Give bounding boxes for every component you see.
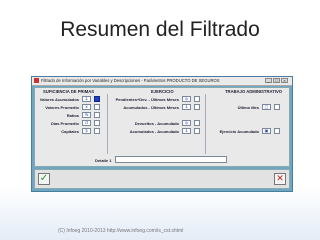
section-title-ejercicio: EJERCICIO: [151, 89, 174, 94]
acumulados-ultimos-meses-checkbox[interactable]: [194, 104, 200, 110]
detalle-input[interactable]: [115, 156, 227, 163]
window-title: Filtrado de Información por Variables y …: [41, 78, 220, 83]
label-ratios: Ratios: [66, 113, 79, 118]
percent-icon-button[interactable]: %: [82, 112, 91, 118]
section-divider: [205, 94, 206, 154]
valores-acumulados-checkbox[interactable]: [94, 96, 100, 102]
section-title-suficiencia: SUFICIENCIA DE PRIMAS: [43, 89, 95, 94]
window-titlebar: Filtrado de Información por Variables y …: [32, 77, 292, 86]
cancel-button[interactable]: ✕: [274, 173, 286, 185]
close-button[interactable]: ×: [281, 78, 288, 83]
ratios-checkbox[interactable]: [94, 112, 100, 118]
capitales-checkbox[interactable]: [94, 128, 100, 134]
label-valores-promedio: Valores Promedio: [45, 105, 79, 110]
sum-icon-button[interactable]: Σ: [82, 96, 91, 102]
view-icon-button[interactable]: ◎: [182, 96, 191, 102]
section-title-trabajo: TRABAJO ADMINISTRATIVO: [225, 89, 282, 94]
slide-title: Resumen del Filtrado: [60, 18, 260, 41]
days-icon-button[interactable]: d: [82, 120, 91, 126]
action-bar: ✓ ✕: [34, 169, 290, 189]
filter-window: Filtrado de Información por Variables y …: [31, 76, 293, 192]
average-icon-button[interactable]: x̄: [82, 104, 91, 110]
label-acumulados-ultimos-meses: Acumulados - Últimos Meses: [123, 105, 179, 110]
label-ejercicio-acumulado: Ejercicio Acumulado: [219, 129, 259, 134]
section-divider: [107, 94, 108, 154]
maximize-button[interactable]: □: [273, 78, 280, 83]
view-icon-button[interactable]: ◎: [182, 120, 191, 126]
ultimo-mes-checkbox[interactable]: [274, 104, 280, 110]
ejercicio-acumulado-checkbox[interactable]: [274, 128, 280, 134]
label-pendientes-ultimos-meses: Pendientes+Dev. - Últimos Meses: [115, 97, 179, 102]
label-devueltos-acumulado: Devueltos - Acumulado: [134, 121, 179, 126]
label-acumulados-acumulado: Acumulados - Acumulado: [129, 129, 179, 134]
label-dias-promedio: Días Promedio: [50, 121, 79, 126]
acumulados-acumulado-checkbox[interactable]: [194, 128, 200, 134]
calendar-icon-button[interactable]: □: [262, 104, 271, 110]
capital-icon-button[interactable]: $: [82, 128, 91, 134]
dias-promedio-checkbox[interactable]: [94, 120, 100, 126]
minimize-button[interactable]: _: [265, 78, 272, 83]
options-panel: SUFICIENCIA DE PRIMAS EJERCICIO TRABAJO …: [34, 87, 290, 167]
devueltos-acumulado-checkbox[interactable]: [194, 120, 200, 126]
footer-credit: (C) Infoeg 2010-2013 http://www.infoeg.c…: [58, 228, 184, 234]
calendar-icon-button[interactable]: ▣: [262, 128, 271, 134]
label-ultimo-mes: Último Mes: [237, 105, 259, 110]
app-icon: [34, 78, 39, 83]
valores-promedio-checkbox[interactable]: [94, 104, 100, 110]
label-capitales: Capitales: [61, 129, 79, 134]
sum-icon-button[interactable]: Σ: [182, 128, 191, 134]
pendientes-ultimos-meses-checkbox[interactable]: [194, 96, 200, 102]
ok-button[interactable]: ✓: [38, 173, 50, 185]
detalle-label: Detalle 1: [95, 158, 112, 163]
sum-icon-button[interactable]: Σ: [182, 104, 191, 110]
label-valores-acumulados: Valores Acumulados: [39, 97, 79, 102]
